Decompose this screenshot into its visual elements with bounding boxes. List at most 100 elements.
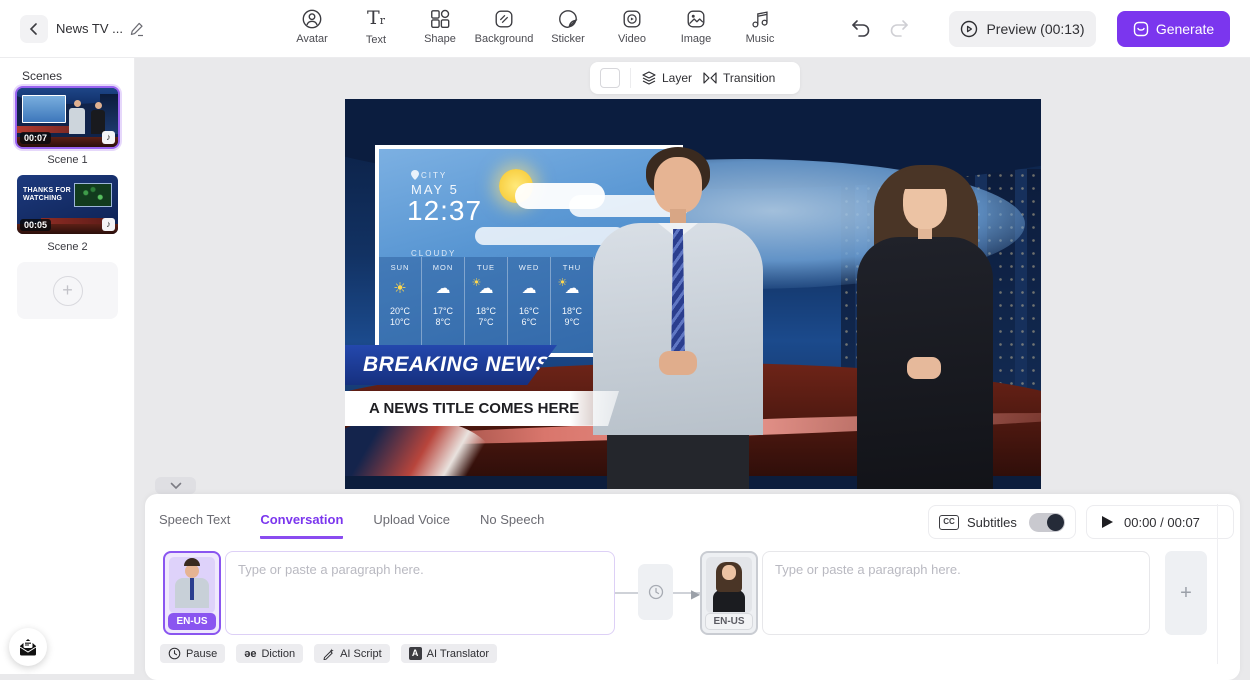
canvas-toolbar: Layer Transition (590, 62, 800, 94)
forecast-day: MON☁17°C8°C (421, 257, 464, 353)
plus-icon: + (53, 276, 83, 306)
scene-2-thumbnail[interactable]: THANKS FOR WATCHING 00:05 ♪ (17, 175, 118, 234)
scene-1-duration: 00:07 (20, 132, 51, 144)
divider (630, 68, 631, 88)
playback-control[interactable]: 00:00 / 00:07 (1086, 505, 1234, 539)
collapse-panel-button[interactable] (155, 477, 196, 494)
location-pin-icon (411, 170, 419, 180)
speaker-1-speech-input[interactable] (225, 551, 615, 635)
undo-button[interactable] (850, 18, 872, 38)
music-icon (749, 8, 771, 30)
scene-1-thumbnail[interactable]: 00:07 ♪ (17, 88, 118, 147)
tool-music[interactable]: Music (730, 8, 790, 46)
scene-2-text: THANKS FOR WATCHING (23, 187, 71, 203)
tool-sticker[interactable]: Sticker (538, 8, 598, 46)
layer-button[interactable]: Layer (641, 70, 692, 86)
video-canvas[interactable]: CITY MAY 5 12:37 CLOUDY SUN☀20°C10°C MON… (345, 99, 1041, 489)
speaker-2-language-badge[interactable]: EN-US (705, 613, 753, 630)
ai-translator-chip-button[interactable]: A AI Translator (401, 644, 497, 663)
speech-option-chips: Pause əe Diction AI Script A AI Translat… (160, 644, 497, 663)
editor-workspace: Layer Transition CITY MAY (135, 58, 1250, 674)
inter-speech-pause-button[interactable] (638, 564, 673, 620)
image-icon (685, 8, 707, 30)
ai-translator-icon: A (409, 647, 422, 660)
tool-label: Image (681, 33, 712, 45)
scene-thumb-anchor (91, 102, 105, 134)
preview-play-icon (960, 20, 978, 38)
tool-label: Video (618, 33, 646, 45)
weather-time: 12:37 (407, 195, 482, 227)
top-toolbar: News TV ... Avatar Tr Text Shape Backgro… (0, 0, 1250, 58)
transition-button[interactable]: Transition (702, 70, 775, 86)
background-color-swatch[interactable] (600, 68, 620, 88)
transition-icon (702, 70, 718, 86)
speaker-1-card[interactable]: EN-US (163, 551, 221, 635)
tool-shape[interactable]: Shape (410, 8, 470, 46)
scene-thumb-weather (22, 95, 66, 123)
scene-2-name: Scene 2 (17, 241, 118, 253)
layer-label: Layer (662, 71, 692, 85)
divider (1217, 504, 1218, 664)
speaker-2-card[interactable]: EN-US (700, 551, 758, 635)
support-chat-button[interactable] (9, 628, 47, 666)
tab-speech-text[interactable]: Speech Text (159, 512, 230, 539)
diction-chip-button[interactable]: əe Diction (236, 644, 303, 663)
scene-2-duration: 00:05 (20, 219, 51, 231)
chevron-left-icon (28, 23, 40, 35)
scenes-sidebar: Scenes 00:07 ♪ Scene 1 THANKS FOR WATCHI… (0, 58, 135, 674)
speaker-2-avatar (706, 557, 752, 613)
weather-city: CITY (421, 171, 447, 180)
add-speaker-button[interactable]: + (1165, 551, 1207, 635)
redo-button[interactable] (888, 18, 910, 38)
breaking-news-banner[interactable]: BREAKING NEWS (345, 345, 557, 385)
speaker-2-speech-input[interactable] (762, 551, 1150, 635)
news-title-strip[interactable]: A NEWS TITLE COMES HERE (345, 391, 619, 426)
scene-thumb-screen (74, 183, 112, 207)
subtitles-toggle[interactable] (1029, 513, 1065, 532)
tab-no-speech[interactable]: No Speech (480, 512, 544, 539)
ai-script-chip-button[interactable]: AI Script (314, 644, 390, 663)
tool-avatar[interactable]: Avatar (282, 8, 342, 46)
tool-video[interactable]: Video (602, 8, 662, 46)
scene-2-card[interactable]: THANKS FOR WATCHING 00:05 ♪ Scene 2 (17, 175, 118, 253)
chip-label: Diction (261, 648, 295, 660)
tool-label: Avatar (296, 33, 328, 45)
chip-label: AI Translator (427, 648, 489, 660)
scene-1-card[interactable]: 00:07 ♪ Scene 1 (17, 88, 118, 166)
back-button[interactable] (20, 15, 48, 43)
tool-background[interactable]: Background (474, 8, 534, 46)
clock-icon (168, 647, 181, 660)
generate-label: Generate (1156, 21, 1214, 37)
speech-tabs: Speech Text Conversation Upload Voice No… (159, 512, 544, 539)
news-title-text: A NEWS TITLE COMES HERE (345, 400, 579, 417)
scene-music-icon: ♪ (102, 218, 115, 231)
female-anchor-avatar[interactable] (841, 161, 1011, 489)
edit-title-icon[interactable] (128, 20, 146, 38)
subtitles-label: Subtitles (967, 515, 1021, 530)
forecast-day: WED☁16°C6°C (507, 257, 550, 353)
tool-text[interactable]: Tr Text (346, 8, 406, 46)
playback-time: 00:00 / 00:07 (1124, 515, 1200, 530)
tab-conversation[interactable]: Conversation (260, 512, 343, 539)
scenes-title: Scenes (22, 69, 62, 83)
tool-label: Sticker (551, 33, 585, 45)
diction-icon: əe (244, 648, 256, 660)
speaker-1-language-badge[interactable]: EN-US (168, 613, 216, 630)
generate-icon (1133, 21, 1149, 37)
tool-label: Text (366, 34, 386, 46)
avatar-icon (301, 8, 323, 30)
layers-icon (641, 70, 657, 86)
tab-upload-voice[interactable]: Upload Voice (373, 512, 450, 539)
tool-image[interactable]: Image (666, 8, 726, 46)
cc-icon: CC (939, 515, 959, 530)
add-scene-button[interactable]: + (17, 262, 118, 319)
tool-label: Music (746, 33, 775, 45)
generate-button[interactable]: Generate (1117, 11, 1230, 47)
text-icon: Tr (367, 8, 385, 31)
speech-panel: Speech Text Conversation Upload Voice No… (145, 494, 1240, 680)
chip-label: AI Script (340, 648, 382, 660)
pause-chip-button[interactable]: Pause (160, 644, 225, 663)
male-anchor-avatar[interactable] (583, 147, 773, 489)
preview-button[interactable]: Preview (00:13) (949, 11, 1096, 47)
tool-label: Background (475, 33, 534, 45)
